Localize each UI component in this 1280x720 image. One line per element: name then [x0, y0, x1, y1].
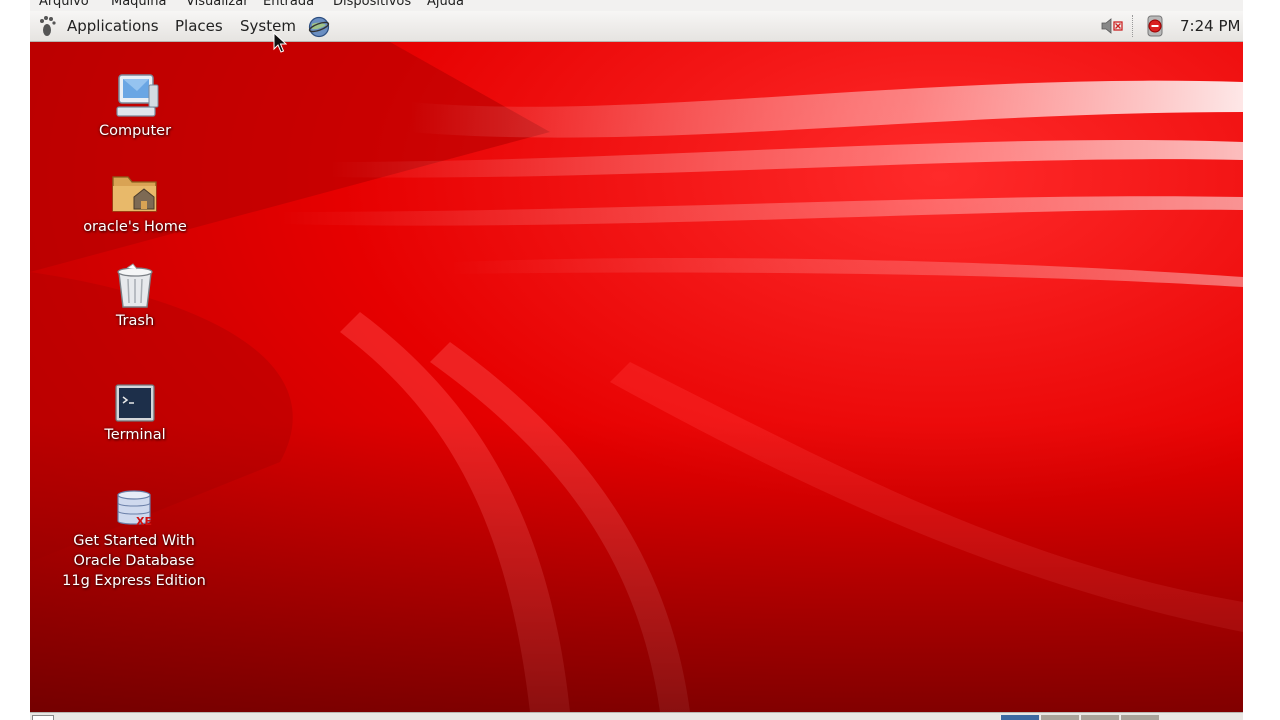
terminal-icon [115, 384, 155, 422]
top-panel: Applications Places System 7:24 PM [30, 11, 1243, 42]
system-menu[interactable]: System [240, 11, 296, 41]
workspace-1[interactable] [1000, 715, 1039, 720]
host-menu-dispositivos[interactable]: Dispositivos [333, 0, 411, 9]
clock[interactable]: 7:24 PM [1180, 11, 1240, 41]
workspace-3[interactable] [1080, 715, 1119, 720]
host-menu-arquivo[interactable]: Arquivo [39, 0, 89, 9]
volume-muted-icon[interactable] [1100, 18, 1124, 34]
tray-separator [1132, 15, 1135, 37]
gnome-foot-icon[interactable] [37, 15, 57, 37]
desktop-label-home: oracle's Home [83, 219, 187, 235]
applications-menu[interactable]: Applications [67, 11, 159, 41]
show-desktop-icon[interactable] [32, 715, 54, 720]
desktop-icon-terminal[interactable]: Terminal [50, 383, 220, 445]
database-icon: XE [117, 490, 152, 528]
bottom-panel [30, 712, 1243, 720]
desktop-label-terminal: Terminal [104, 427, 166, 443]
update-notifier-icon[interactable] [1145, 15, 1165, 37]
web-browser-icon[interactable] [308, 16, 330, 38]
workspace-2[interactable] [1040, 715, 1079, 720]
places-menu[interactable]: Places [175, 11, 223, 41]
desktop-icon-home[interactable]: oracle's Home [50, 169, 220, 237]
desktop-label-computer: Computer [98, 123, 172, 139]
host-menu-entrada[interactable]: Entrada [263, 0, 314, 9]
mouse-pointer-icon [273, 32, 287, 53]
desktop-label-oracle-xe-line3: 11g Express Edition [62, 573, 206, 589]
desktop-icon-trash[interactable]: Trash [50, 263, 220, 331]
desktop-icon-computer[interactable]: Computer [50, 73, 220, 141]
host-menu-maquina[interactable]: Máquina [111, 0, 167, 9]
home-folder-icon [112, 176, 157, 212]
host-menu-visualizar[interactable]: Visualizar [186, 0, 249, 9]
desktop-wallpaper [30, 42, 1243, 712]
host-menu-ajuda[interactable]: Ajuda [427, 0, 464, 9]
guest-screen: Applications Places System 7:24 PM Compu… [30, 11, 1243, 720]
svg-text:XE: XE [136, 515, 152, 528]
trash-icon [117, 263, 153, 308]
desktop-label-oracle-xe-line1: Get Started With [73, 533, 195, 549]
host-menubar: Arquivo Máquina Visualizar Entrada Dispo… [30, 0, 1243, 11]
desktop-label-trash: Trash [115, 313, 155, 329]
computer-icon [116, 74, 159, 117]
desktop-label-oracle-xe-line2: Oracle Database [73, 553, 195, 569]
workspace-4[interactable] [1120, 715, 1159, 720]
desktop-icon-oracle-xe[interactable]: XE Get Started With Oracle Database 11g … [49, 489, 219, 591]
